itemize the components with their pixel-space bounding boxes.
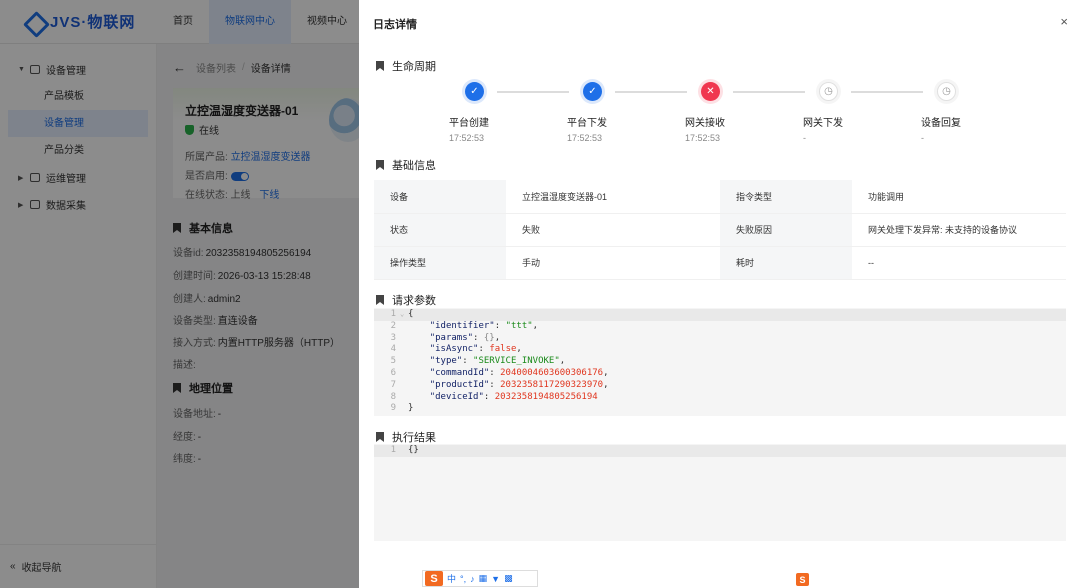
bookmark-icon <box>376 61 384 71</box>
clock-icon: ◷ <box>937 82 956 101</box>
punctuation-icon[interactable]: °, <box>460 574 466 584</box>
sogou-icon[interactable]: S <box>425 571 443 586</box>
lifecycle-title: 生命周期 <box>376 58 436 74</box>
bookmark-icon <box>376 160 384 170</box>
base-info-table: 设备 立控温湿度变送器-01 指令类型 功能调用 状态 失败 失败原因 网关处理… <box>374 180 1066 280</box>
log-detail-drawer: 日志详情 × 生命周期 ✓ 平台创建 17:52:53 ✓ 平台下发 17:52… <box>359 0 1080 588</box>
close-icon[interactable]: × <box>1060 14 1068 29</box>
base-info-title: 基础信息 <box>376 157 436 173</box>
request-code-editor[interactable]: 1 ⌄{ 2 "identifier": "ttt", 3 "params": {… <box>374 308 1066 416</box>
request-params-title: 请求参数 <box>376 292 436 308</box>
sogou-icon[interactable]: S <box>796 573 809 586</box>
error-icon: ✕ <box>701 82 720 101</box>
skin-icon[interactable]: ▼ <box>491 574 500 584</box>
table-row: 设备 立控温湿度变送器-01 指令类型 功能调用 <box>374 180 1066 214</box>
bookmark-icon <box>376 295 384 305</box>
lifecycle-steps: ✓ 平台创建 17:52:53 ✓ 平台下发 17:52:53 ✕ 网关接收 1… <box>439 82 1079 152</box>
ime-mini[interactable]: S <box>796 573 809 586</box>
table-row: 状态 失败 失败原因 网关处理下发异常: 未支持的设备协议 <box>374 213 1066 247</box>
clock-icon: ◷ <box>819 82 838 101</box>
check-icon: ✓ <box>465 82 484 101</box>
bookmark-icon <box>376 432 384 442</box>
fold-icon: ⌄ <box>400 310 405 318</box>
table-row: 操作类型 手动 耗时 -- <box>374 246 1066 280</box>
step-connector <box>733 91 805 93</box>
result-title: 执行结果 <box>376 429 436 445</box>
ime-toolbar[interactable]: S 中 °, ♪ ▦ ▼ ▩ <box>422 570 538 587</box>
result-code-editor[interactable]: 1{} <box>374 444 1066 541</box>
grid-icon[interactable]: ▩ <box>504 573 513 584</box>
step-connector <box>497 91 569 93</box>
check-icon: ✓ <box>583 82 602 101</box>
microphone-icon[interactable]: ♪ <box>470 574 475 584</box>
ime-chinese-mode[interactable]: 中 <box>447 572 456 585</box>
step-connector <box>851 91 923 93</box>
step-connector <box>615 91 687 93</box>
drawer-title: 日志详情 <box>373 19 417 31</box>
keyboard-icon[interactable]: ▦ <box>479 573 488 584</box>
